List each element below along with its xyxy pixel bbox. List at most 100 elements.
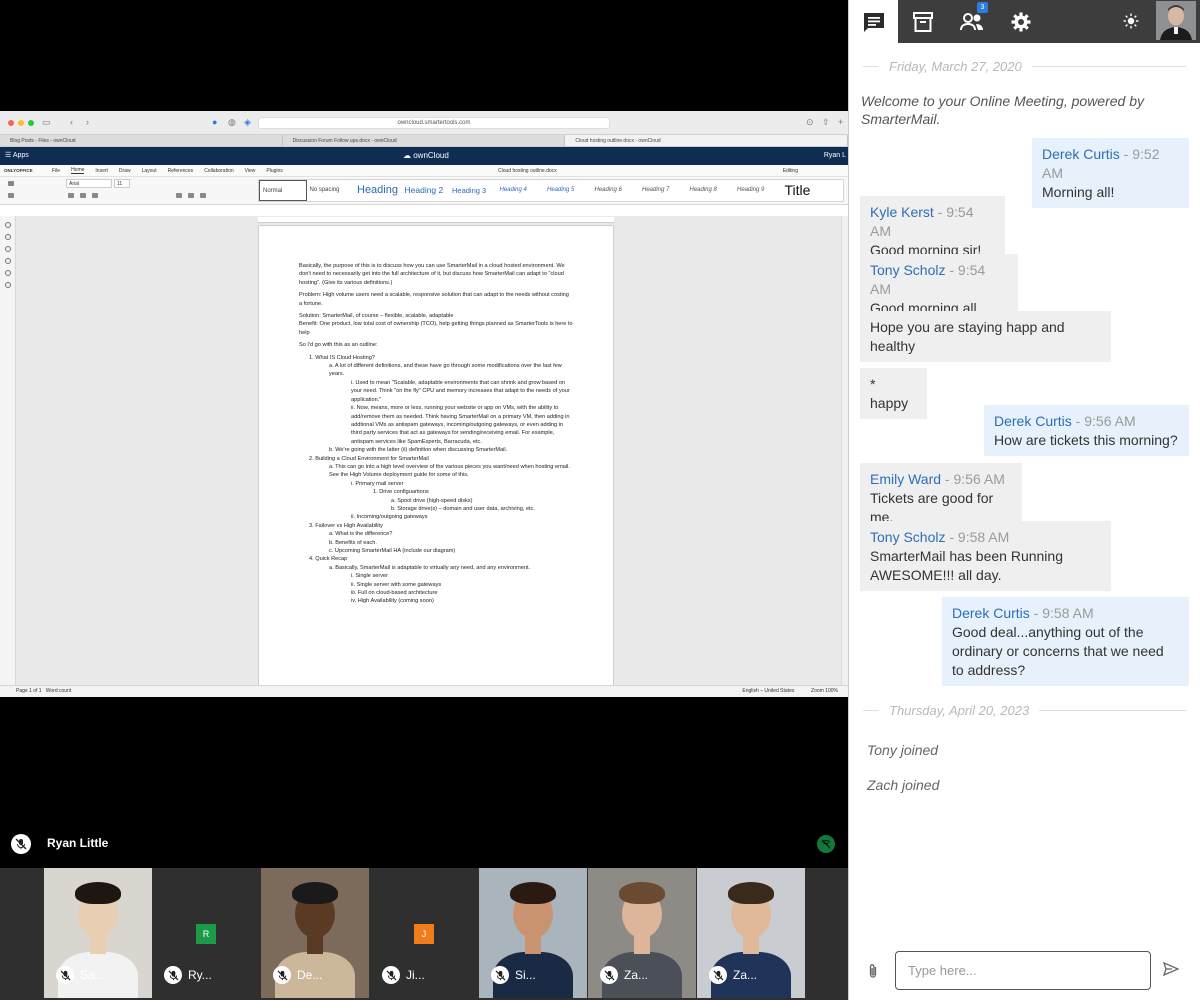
message-author[interactable]: Kyle Kerst <box>870 204 934 220</box>
menu-references[interactable]: References <box>168 168 194 174</box>
menu-draw[interactable]: Draw <box>119 168 131 174</box>
zoom-dot-icon[interactable] <box>28 120 34 126</box>
avatar[interactable] <box>1156 1 1196 40</box>
back-icon[interactable]: ‹ <box>70 117 73 127</box>
extension-icon[interactable]: ● <box>212 117 217 127</box>
align-left-icon[interactable] <box>176 193 182 198</box>
mic-muted-icon[interactable] <box>600 966 618 984</box>
minimize-dot-icon[interactable] <box>18 120 24 126</box>
participant-tile[interactable]: Za... <box>697 868 805 998</box>
mic-muted-icon[interactable] <box>56 966 74 984</box>
mic-muted-icon[interactable] <box>11 834 31 854</box>
browser-tab[interactable]: Discussion Forum Follow ups.docx - ownCl… <box>283 135 566 146</box>
message-author[interactable]: Tony Scholz <box>870 529 945 545</box>
document-page[interactable]: Basically, the purpose of this is to dis… <box>258 225 614 691</box>
message-author[interactable]: Derek Curtis <box>994 413 1072 429</box>
mic-muted-icon[interactable] <box>491 966 509 984</box>
apps-menu[interactable]: ☰ Apps <box>5 147 29 165</box>
download-icon[interactable]: ⊙ <box>806 117 814 128</box>
window-controls[interactable] <box>8 120 34 126</box>
theme-toggle[interactable] <box>1120 10 1142 32</box>
search-icon[interactable] <box>4 222 11 228</box>
message-author[interactable]: Emily Ward <box>870 471 941 487</box>
participant-tile[interactable]: Si... <box>479 868 587 998</box>
participant-tile[interactable]: R Ry... <box>152 868 260 998</box>
menu-file[interactable]: File <box>52 168 60 174</box>
participant-tile[interactable]: Sa... <box>44 868 152 998</box>
style-heading-2[interactable]: Heading 2 <box>402 180 450 201</box>
owncloud-user[interactable]: Ryan L <box>824 147 846 165</box>
menu-layout[interactable]: Layout <box>142 168 157 174</box>
mic-muted-icon[interactable] <box>709 966 727 984</box>
participant-tile[interactable]: De... <box>261 868 369 998</box>
navigation-icon[interactable] <box>4 258 11 264</box>
style-normal[interactable]: Normal <box>259 180 307 201</box>
address-bar[interactable]: owncloud.smartertools.com <box>258 117 610 129</box>
chat-messages[interactable]: Friday, March 27, 2020 Welcome to your O… <box>849 43 1200 925</box>
document-line: b. Storage drive(s) – domain and user da… <box>391 505 535 512</box>
italic-icon[interactable] <box>80 193 86 198</box>
font-family-select[interactable]: Arial <box>66 179 112 188</box>
participant-tile[interactable]: J Ji... <box>370 868 478 998</box>
mic-muted-icon[interactable] <box>164 966 182 984</box>
style-heading-1[interactable]: Heading 1 <box>354 180 402 201</box>
comments-icon[interactable] <box>4 234 11 240</box>
editing-mode[interactable]: Editing <box>783 168 798 174</box>
word-count[interactable]: Word count <box>46 688 71 694</box>
style-heading-4[interactable]: Heading 4 <box>497 180 545 201</box>
mic-muted-icon[interactable] <box>382 966 400 984</box>
plugin-icon[interactable] <box>4 270 11 276</box>
chat-input[interactable]: Type here... <box>895 951 1151 990</box>
language-select[interactable]: English – United States <box>742 688 794 694</box>
close-dot-icon[interactable] <box>8 120 14 126</box>
editor-menu: ONLYOFFICE File Home Insert Draw Layout … <box>0 165 848 177</box>
bold-icon[interactable] <box>68 193 74 198</box>
copy-icon[interactable] <box>8 181 14 186</box>
style-heading-5[interactable]: Heading 5 <box>544 180 592 201</box>
menu-view[interactable]: View <box>245 168 256 174</box>
font-size-select[interactable]: 11 <box>114 179 130 188</box>
zoom-level[interactable]: Zoom 100% <box>811 688 838 694</box>
menu-insert[interactable]: Insert <box>95 168 108 174</box>
about-icon[interactable] <box>4 282 11 288</box>
browser-tab[interactable]: Blog Posts - Files - ownCloud <box>0 135 283 146</box>
message-author[interactable]: Tony Scholz <box>870 262 945 278</box>
message-author[interactable]: Derek Curtis <box>1042 146 1120 162</box>
new-tab-icon[interactable]: + <box>838 117 843 127</box>
menu-plugins[interactable]: Plugins <box>266 168 282 174</box>
style-title[interactable]: Title <box>782 180 830 201</box>
menu-collaboration[interactable]: Collaboration <box>204 168 233 174</box>
align-right-icon[interactable] <box>200 193 206 198</box>
mic-muted-icon[interactable] <box>273 966 291 984</box>
extension-icon[interactable]: ◍ <box>228 117 236 128</box>
chat-icon[interactable] <box>4 246 11 252</box>
sidebar-toggle-icon[interactable]: ▭ <box>42 117 51 128</box>
browser-tab-active[interactable]: Cloud hosting outline.docx - ownCloud <box>565 135 848 146</box>
align-center-icon[interactable] <box>188 193 194 198</box>
document-line: a. A lot of different definitions, and t… <box>329 363 562 378</box>
share-icon[interactable]: ⇧ <box>822 117 830 128</box>
ruler[interactable] <box>258 217 614 223</box>
style-heading-7[interactable]: Heading 7 <box>639 180 687 201</box>
browser-toolbar: ▭ ‹ › ● ◍ ◈ owncloud.smartertools.com ⊙ … <box>0 111 848 135</box>
tab-settings[interactable] <box>996 0 1045 43</box>
tab-chat[interactable] <box>849 0 898 43</box>
attach-button[interactable] <box>867 963 879 984</box>
menu-home[interactable]: Home <box>71 167 85 174</box>
browser-tabs: Blog Posts - Files - ownCloud Discussion… <box>0 135 848 147</box>
send-button[interactable] <box>1162 961 1180 981</box>
style-heading-9[interactable]: Heading 9 <box>734 180 782 201</box>
style-heading-8[interactable]: Heading 8 <box>687 180 735 201</box>
tab-archive[interactable] <box>898 0 947 43</box>
style-no-spacing[interactable]: No spacing <box>307 180 355 201</box>
participant-tile[interactable]: Za... <box>588 868 696 998</box>
tab-participants[interactable]: 3 <box>947 0 996 43</box>
underline-icon[interactable] <box>92 193 98 198</box>
shield-icon[interactable]: ◈ <box>244 117 251 128</box>
style-heading-6[interactable]: Heading 6 <box>592 180 640 201</box>
style-heading-3[interactable]: Heading 3 <box>449 180 497 201</box>
message-author[interactable]: Derek Curtis <box>952 605 1030 621</box>
paste-icon[interactable] <box>8 193 14 198</box>
forward-icon[interactable]: › <box>86 117 89 127</box>
vertical-scrollbar[interactable] <box>841 216 848 685</box>
